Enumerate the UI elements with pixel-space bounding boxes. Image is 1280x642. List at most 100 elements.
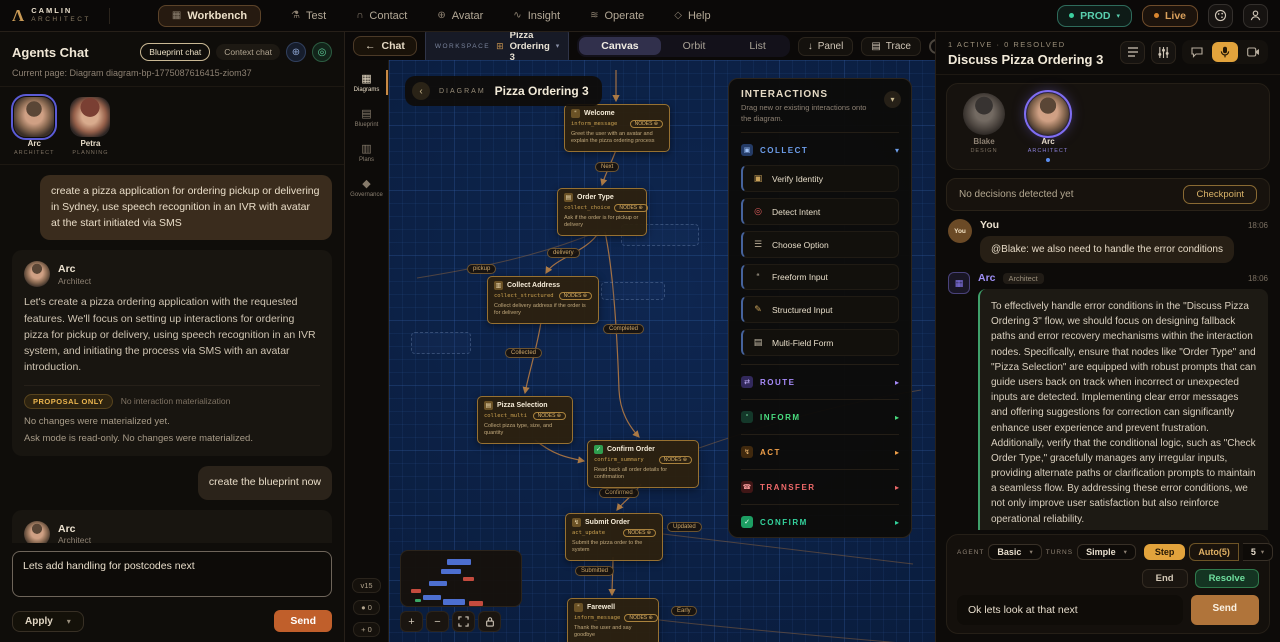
node-badge[interactable]: NODES ⊕ [659,456,692,464]
node-welcome[interactable]: “Welcome inform_messageNODES ⊕ Greet the… [564,104,670,152]
live-button[interactable]: Live [1142,5,1198,27]
theme-palette-button[interactable] [1208,4,1233,28]
participant-name: Arc [1041,137,1054,146]
agent-value: Basic [997,547,1021,557]
nav-insight[interactable]: ∿ Insight [513,10,560,22]
rail-plans[interactable]: ▥ Plans [345,136,388,169]
interaction-multi-field-form[interactable]: ▤ Multi-Field Form [741,329,899,356]
back-to-chat-button[interactable]: ← Chat [353,36,417,56]
send-button[interactable]: Send [1191,595,1259,625]
interaction-verify-identity[interactable]: ▣ Verify Identity [741,165,899,192]
route-icon: ⇄ [741,376,753,388]
nav-test[interactable]: ⚗ Test [291,10,326,22]
nav-help[interactable]: ◇ Help [674,10,710,22]
diagrams-icon: ▦ [361,72,371,85]
tab-canvas[interactable]: Canvas [579,37,660,55]
section-act[interactable]: ↯ ACT ▸ [741,443,899,461]
node-type: act_update [572,530,605,536]
panel-toggle-button[interactable]: ↓ Panel [798,37,854,56]
environment-selector[interactable]: PROD ▾ [1057,5,1132,27]
diagram-canvas[interactable]: ‹ DIAGRAM Pizza Ordering 3 “Welcome info… [389,60,935,642]
queue-button[interactable] [1120,41,1145,64]
zoom-in-button[interactable]: + [400,611,423,632]
node-order-type[interactable]: ▤Order Type collect_choiceNODES ⊕ Ask if… [557,188,647,236]
trace-button[interactable]: ▤ Trace [861,37,921,56]
tab-blueprint-chat[interactable]: Blueprint chat [140,43,210,61]
auto-count-select[interactable]: 5 ▾ [1243,543,1273,561]
interaction-structured-input[interactable]: ✎ Structured Input [741,296,899,323]
agent-arc[interactable]: Arc ARCHITECT [14,97,54,156]
agent-petra[interactable]: Petra PLANNING [70,97,110,156]
node-badge[interactable]: NODES ⊕ [630,120,663,128]
discussion-messages[interactable]: You You 18:06 @Blake: we also need to ha… [936,211,1280,530]
node-collect-address[interactable]: ▥Collect Address collect_structuredNODES… [487,276,599,324]
nav-avatar[interactable]: ⊕ Avatar [437,10,483,22]
node-badge[interactable]: NODES ⊕ [614,204,647,212]
add-agent-button[interactable]: ⊕ [286,42,306,62]
checkpoint-button[interactable]: Checkpoint [1183,185,1257,204]
node-farewell[interactable]: “Farewell inform_messageNODES ⊕ Thank th… [567,598,659,642]
timestamp: 18:06 [1248,274,1268,283]
nav-label: Avatar [452,10,484,22]
node-submit-order[interactable]: ↯Submit Order act_updateNODES ⊕ Submit t… [565,513,663,561]
interaction-detect-intent[interactable]: ◎ Detect Intent [741,198,899,225]
settings-button[interactable] [1151,41,1176,64]
node-badge[interactable]: NODES ⊕ [624,614,657,622]
decisions-bar: No decisions detected yet Checkpoint [946,178,1270,211]
end-button[interactable]: End [1142,569,1188,588]
tab-orbit[interactable]: Orbit [661,37,728,55]
discussion-input[interactable] [957,595,1183,625]
chat-message-list[interactable]: create a pizza application for ordering … [0,165,344,543]
chat-input[interactable]: Lets add handling for postcodes next [12,551,332,597]
resolve-button[interactable]: Resolve [1195,569,1259,588]
mode-select[interactable]: Apply ▾ [12,611,84,632]
fit-view-button[interactable] [452,611,475,632]
zoom-out-button[interactable]: − [426,611,449,632]
auto-button[interactable]: Auto(5) [1189,543,1239,561]
rail-governance[interactable]: ◆ Governance [345,171,388,204]
participant-blake[interactable]: Blake DESIGN [963,93,1005,162]
text-chat-button[interactable] [1184,42,1210,62]
node-pizza-selection[interactable]: ▤Pizza Selection collect_multiNODES ⊕ Co… [477,396,573,444]
node-badge[interactable]: NODES ⊕ [559,292,592,300]
interaction-freeform-input[interactable]: “ Freeform Input [741,264,899,290]
agent-message: To effectively handle error conditions i… [978,289,1268,530]
back-button[interactable]: ‹ [412,82,430,100]
step-button[interactable]: Step [1144,544,1186,560]
section-route[interactable]: ⇄ ROUTE ▸ [741,373,899,391]
version-badge[interactable]: v15 [352,578,380,593]
section-confirm[interactable]: ✓ CONFIRM ▸ [741,513,899,531]
video-button[interactable] [1240,42,1266,62]
rail-blueprint[interactable]: ▤ Blueprint [345,101,388,134]
focus-context-button[interactable]: ◎ [312,42,332,62]
turns-select[interactable]: Simple ▾ [1077,544,1136,560]
send-button[interactable]: Send [274,610,332,632]
tab-list[interactable]: List [727,37,787,55]
node-badge[interactable]: NODES ⊕ [533,412,566,420]
counter-badge[interactable]: ● 0 [353,600,380,615]
minimap[interactable] [400,550,522,607]
counter-badge[interactable]: + 0 [353,622,380,637]
nav-operate[interactable]: ≋ Operate [590,10,644,22]
nav-contact[interactable]: ∩ Contact [356,10,407,22]
nav-workbench[interactable]: ▦ Workbench [158,5,261,27]
voice-button[interactable] [1212,42,1238,62]
rail-diagrams[interactable]: ▦ Diagrams [345,66,388,99]
section-collect[interactable]: ▣ COLLECT ▾ [741,141,899,159]
section-inform[interactable]: “ INFORM ▸ [741,408,899,426]
list-icon: ☰ [752,239,764,250]
account-button[interactable] [1243,4,1268,28]
node-description: Collect pizza type, size, and quantity [484,423,566,438]
tab-context-chat[interactable]: Context chat [216,44,280,60]
interaction-choose-option[interactable]: ☰ Choose Option [741,231,899,258]
participant-arc[interactable]: Arc ARCHITECT [1027,93,1069,162]
collapse-button[interactable]: ▾ [884,91,901,108]
node-confirm-order[interactable]: ✓Confirm Order confirm_summaryNODES ⊕ Re… [587,440,699,488]
section-transfer[interactable]: ☎ TRANSFER ▸ [741,478,899,496]
lock-button[interactable] [478,611,501,632]
proposal-only-badge: PROPOSAL ONLY [24,394,113,409]
node-badge[interactable]: NODES ⊕ [623,529,656,537]
agent-select[interactable]: Basic ▾ [988,544,1041,560]
canvas-controls: + − [400,611,501,632]
diagram-breadcrumb: ‹ DIAGRAM Pizza Ordering 3 [405,76,602,106]
